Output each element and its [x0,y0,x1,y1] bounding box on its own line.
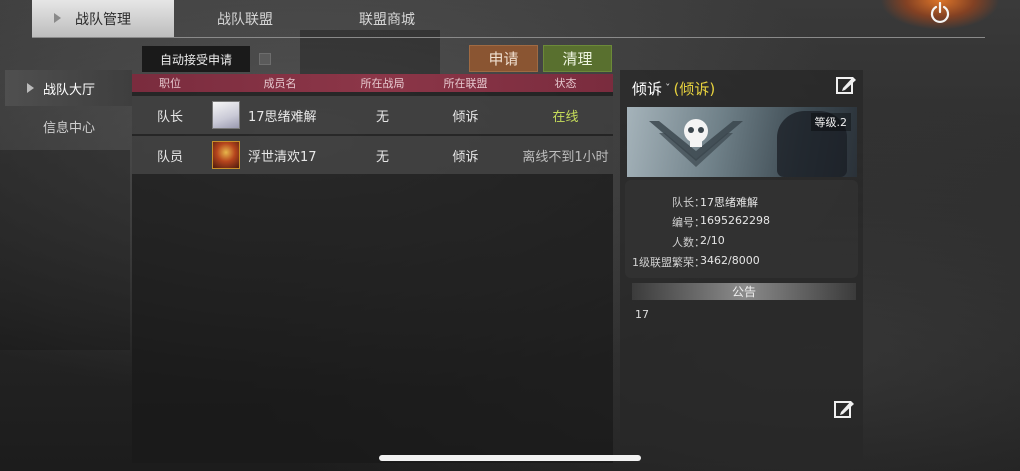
stat-label: 1级联盟繁荣： [632,256,705,269]
member-status: 在线 [552,109,579,125]
stat-value: 1695262298 [700,214,770,227]
column-header-position: 职位 [159,77,181,90]
play-triangle-icon [27,83,34,93]
member-position: 队长 [156,109,183,125]
sidebar-item-label: 信息中心 [43,120,96,136]
notice-text: 17 [635,308,649,321]
skull-emblem-icon [649,119,743,167]
background-scenery [0,150,130,350]
top-tab-bar: 战队管理 战队联盟 联盟商城 [32,0,458,37]
sidebar-item-info-center[interactable]: 信息中心 [5,108,132,144]
play-triangle-icon [54,13,61,23]
team-level-badge: 等级.2 [810,113,851,131]
avatar[interactable] [212,141,240,169]
tab-team-alliance[interactable]: 战队联盟 [174,0,316,37]
stat-value: 2/10 [700,234,725,247]
sidebar-item-team-hall[interactable]: 战队大厅 [5,70,132,106]
member-position: 队员 [156,149,183,165]
chevron-down-icon: ˇ [665,82,671,95]
table-row[interactable]: 队员 浮世清欢17 无 倾诉 离线不到1小时 [132,136,613,174]
tab-divider [32,37,985,38]
auto-accept-label: 自动接受申请 [142,46,250,72]
member-status: 离线不到1小时 [522,149,609,165]
edit-icon[interactable] [835,74,857,96]
tab-team-management[interactable]: 战队管理 [32,0,174,37]
stat-value: 3462/8000 [700,254,760,267]
clear-button[interactable]: 清理 [543,45,612,72]
team-banner: 等级.2 [627,107,857,177]
team-name-selector[interactable]: 倾诉 ˇ (倾诉) [632,78,715,99]
tab-label: 战队管理 [75,11,131,28]
home-indicator[interactable] [379,455,641,461]
stat-row-captain: 队长： 17思绪难解 [620,194,863,212]
column-header-status: 状态 [554,77,577,90]
power-icon[interactable] [929,2,951,24]
member-match: 无 [375,109,389,125]
member-alliance: 倾诉 [452,149,479,165]
tab-label: 联盟商城 [359,11,415,28]
table-header: 职位 成员名 所在战局 所在联盟 状态 [132,74,613,92]
notice-header: 公告 [632,283,856,300]
team-info-panel: 倾诉 ˇ (倾诉) 等级.2 队长： 17思绪难解 编号： 1695262298… [620,70,863,463]
tab-label: 战队联盟 [217,11,273,28]
member-name-cell: 17思绪难解 [208,101,352,129]
tab-alliance-shop[interactable]: 联盟商城 [316,0,458,37]
member-match: 无 [375,149,389,165]
auto-accept-checkbox[interactable] [259,53,271,65]
team-alliance-tag: (倾诉) [673,80,716,98]
stat-value: 17思绪难解 [700,196,758,209]
edit-icon[interactable] [833,398,855,420]
members-table: 职位 成员名 所在战局 所在联盟 状态 队长 17思绪难解 无 倾诉 在线 队员… [132,74,613,463]
avatar[interactable] [212,101,240,129]
stat-row-prosperity: 1级联盟繁荣： 3462/8000 [620,254,863,272]
column-header-match: 所在战局 [360,77,405,90]
sidebar-item-label: 战队大厅 [43,82,96,98]
column-header-alliance: 所在联盟 [443,77,488,90]
table-row[interactable]: 队长 17思绪难解 无 倾诉 在线 [132,96,613,134]
apply-button[interactable]: 申请 [469,45,538,72]
member-name: 17思绪难解 [248,109,317,125]
team-name: 倾诉 [632,80,663,98]
member-alliance: 倾诉 [452,109,479,125]
stat-row-id: 编号： 1695262298 [620,214,863,232]
member-name: 浮世清欢17 [248,149,317,165]
member-name-cell: 浮世清欢17 [208,141,352,169]
column-header-name: 成员名 [263,77,297,90]
stat-row-members: 人数： 2/10 [620,234,863,252]
